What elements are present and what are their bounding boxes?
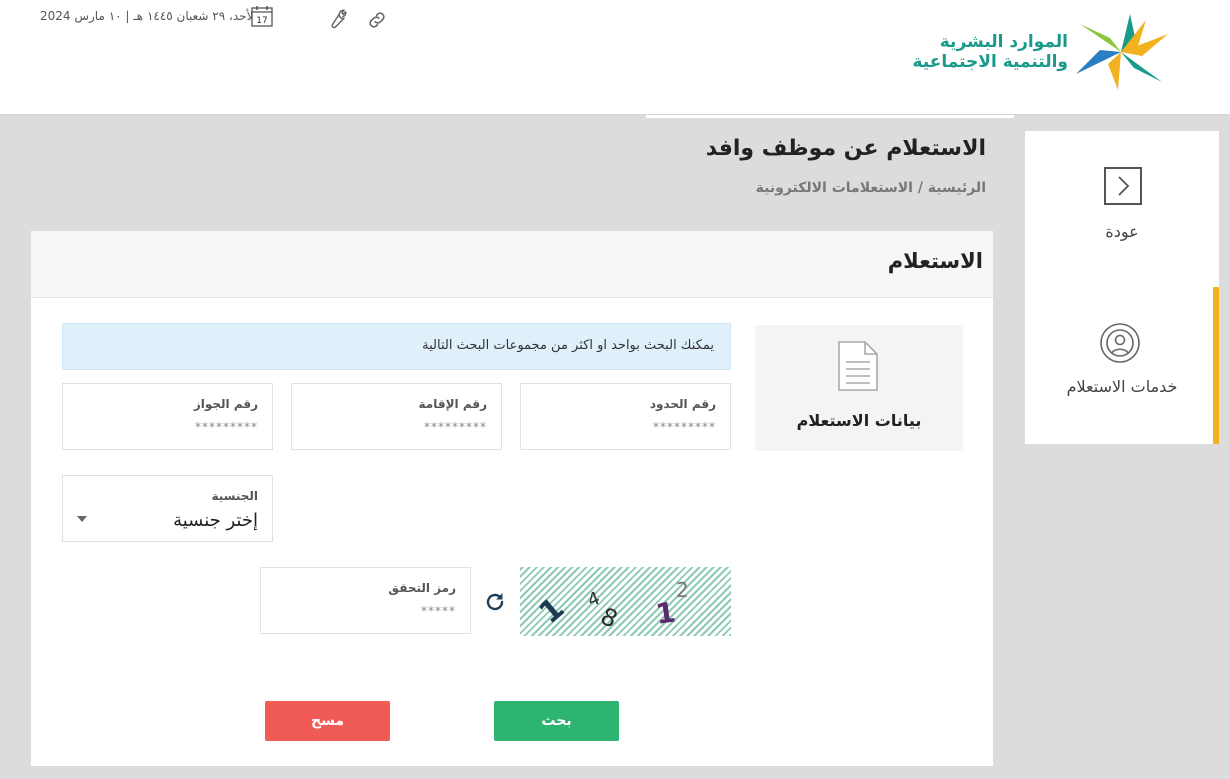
back-label[interactable]: عودة: [1025, 222, 1219, 241]
inquiry-services-label[interactable]: خدمات الاستعلام: [1025, 377, 1219, 396]
search-button[interactable]: بحث: [494, 701, 619, 741]
captcha-code-input[interactable]: [276, 604, 456, 618]
page-title: الاستعلام عن موظف وافد: [705, 136, 986, 161]
sidebar-active-indicator: [1213, 287, 1219, 444]
wrench-icon[interactable]: [326, 8, 348, 30]
info-alert-text: يمكنك البحث بواحد او اكثر من مجموعات الب…: [422, 338, 714, 353]
card-header: الاستعلام: [31, 231, 993, 298]
inquiry-services-icon[interactable]: [1099, 322, 1141, 364]
nationality-label: الجنسية: [211, 489, 258, 503]
chevron-down-icon[interactable]: [77, 516, 87, 522]
breadcrumb[interactable]: الرئيسية / الاستعلامات الالكترونية: [756, 180, 986, 196]
refresh-icon[interactable]: [483, 590, 507, 614]
border-number-field: رقم الحدود: [520, 383, 731, 450]
document-icon: [838, 341, 878, 391]
passport-number-label: رقم الجواز: [193, 397, 258, 411]
captcha-code-field: رمز التحقق: [260, 567, 471, 634]
captcha-image: 2 1 8 4 1: [520, 567, 731, 636]
nationality-select[interactable]: الجنسية إختر جنسية: [62, 475, 273, 542]
iqama-number-label: رقم الإقامة: [418, 397, 487, 411]
card-title: الاستعلام: [887, 249, 983, 273]
header-tab-indicator: [646, 115, 1014, 118]
current-date: الأحد، ٢٩ شعبان ١٤٤٥ هـ | ١٠ مارس 2024: [40, 9, 257, 23]
border-number-label: رقم الحدود: [649, 397, 716, 411]
inquiry-data-label: بيانات الاستعلام: [796, 411, 922, 430]
passport-number-input[interactable]: [78, 420, 258, 434]
logo-line-1: الموارد البشرية: [939, 32, 1068, 52]
iqama-number-field: رقم الإقامة: [291, 383, 502, 450]
captcha-char: 1: [533, 591, 571, 631]
captcha-characters: 2 1 8 4 1: [533, 578, 689, 634]
back-button[interactable]: [1104, 167, 1142, 205]
captcha-code-label: رمز التحقق: [388, 581, 456, 595]
passport-number-field: رقم الجواز: [62, 383, 273, 450]
iqama-number-input[interactable]: [307, 420, 487, 434]
border-number-input[interactable]: [536, 420, 716, 434]
ministry-logo-text: الموارد البشرية والتنمية الاجتماعية: [912, 32, 1068, 72]
clear-button[interactable]: مسح: [265, 701, 390, 741]
ministry-logo-icon: [1076, 14, 1168, 90]
info-alert: يمكنك البحث بواحد او اكثر من مجموعات الب…: [62, 323, 731, 370]
logo-line-2: والتنمية الاجتماعية: [912, 52, 1068, 72]
captcha-char: 2: [676, 578, 689, 602]
captcha-char: 1: [654, 596, 678, 631]
chevron-right-icon: [1118, 176, 1130, 196]
nationality-selected[interactable]: إختر جنسية: [173, 510, 258, 531]
calendar-day: 17: [256, 16, 267, 26]
calendar-icon[interactable]: 17: [251, 5, 273, 27]
captcha-char: 4: [585, 588, 603, 612]
link-icon[interactable]: [366, 9, 388, 31]
